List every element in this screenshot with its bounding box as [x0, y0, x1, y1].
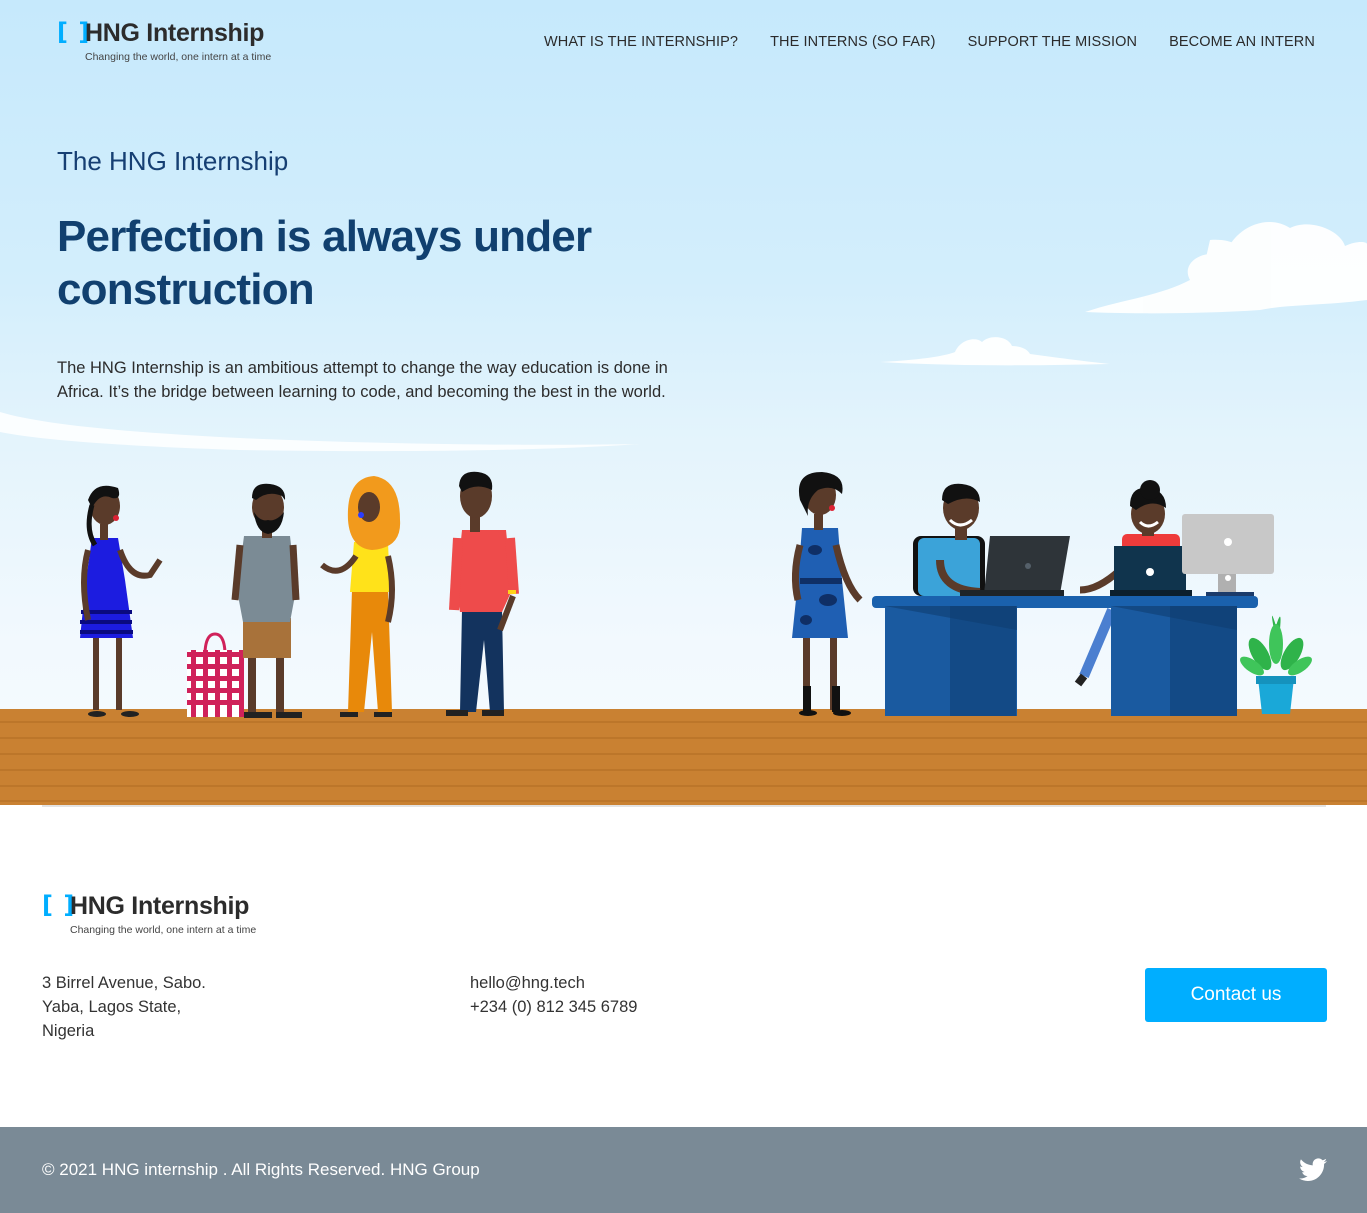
footer-phone[interactable]: +234 (0) 812 345 6789	[470, 995, 637, 1019]
hero-kicker: The HNG Internship	[57, 146, 289, 176]
address-line: Nigeria	[42, 1022, 95, 1040]
logo-name: HNG Internship	[85, 19, 265, 47]
footer-divider	[42, 805, 1326, 807]
footer-address: 3 Birrel Avenue, Sabo. Yaba, Lagos State…	[42, 971, 206, 1043]
footer-email[interactable]: hello@hng.tech	[470, 971, 637, 995]
nav-link-become-intern[interactable]: BECOME AN INTERN	[1169, 34, 1315, 50]
person-man-grey-shirt	[231, 483, 302, 718]
contact-us-button[interactable]: Contact us	[1145, 968, 1327, 1022]
desk-scene	[872, 480, 1274, 716]
hero-section: [ ] HNG Internship Changing the world, o…	[0, 0, 1367, 805]
cloud-large	[1085, 221, 1367, 314]
footer-contact-info: hello@hng.tech +234 (0) 812 345 6789	[470, 971, 637, 1019]
nav-link-what-is-internship[interactable]: WHAT IS THE INTERNSHIP?	[544, 34, 738, 50]
cloud-small	[880, 337, 1110, 366]
potted-plant	[1240, 615, 1312, 714]
logo-tagline: Changing the world, one intern at a time	[85, 51, 272, 63]
hero-title: Perfection is always under construction	[57, 212, 592, 314]
nav-link-interns[interactable]: THE INTERNS (SO FAR)	[770, 34, 936, 50]
logo-tagline: Changing the world, one intern at a time	[70, 924, 257, 936]
person-man-red-shirt	[446, 471, 519, 716]
person-woman-blue-dress	[80, 485, 163, 717]
footer-logo[interactable]: [ ] HNG Internship Changing the world, o…	[42, 891, 282, 941]
address-line: 3 Birrel Avenue, Sabo.	[42, 974, 206, 992]
cloud-left	[0, 412, 640, 452]
person-woman-patterned-dress	[791, 472, 863, 716]
checkered-shopping-bag	[187, 632, 244, 717]
address-line: Yaba, Lagos State,	[42, 998, 182, 1016]
header-logo[interactable]: [ ] HNG Internship Changing the world, o…	[57, 18, 297, 68]
wooden-floor	[0, 709, 1367, 805]
twitter-icon[interactable]	[1299, 1157, 1327, 1183]
footer-bottom-bar: © 2021 HNG internship . All Rights Reser…	[0, 1127, 1367, 1213]
copyright-text: © 2021 HNG internship . All Rights Reser…	[42, 1160, 480, 1179]
main-nav: WHAT IS THE INTERNSHIP? THE INTERNS (SO …	[544, 34, 1347, 50]
footer: [ ] HNG Internship Changing the world, o…	[0, 805, 1367, 1127]
hero-description: The HNG Internship is an ambitious attem…	[57, 359, 668, 401]
person-woman-hijab	[320, 476, 401, 717]
nav-link-support[interactable]: SUPPORT THE MISSION	[968, 34, 1138, 50]
logo-name: HNG Internship	[70, 892, 250, 920]
